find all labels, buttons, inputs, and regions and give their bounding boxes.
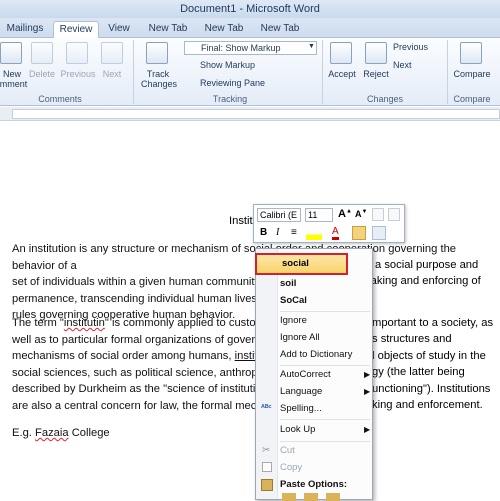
- tab-view[interactable]: View: [104, 21, 134, 38]
- menu-look-up[interactable]: Look Up: [280, 422, 315, 438]
- menu-cut[interactable]: Cut: [280, 443, 295, 459]
- menu-add-to-dictionary[interactable]: Add to Dictionary: [280, 347, 352, 363]
- tab-new-1[interactable]: New Tab: [145, 21, 191, 38]
- p1-line-3: permanence, transcending individual huma…: [12, 292, 267, 305]
- suggestion-socal[interactable]: SoCal: [280, 293, 307, 309]
- bold-button[interactable]: B: [260, 227, 267, 238]
- previous-comment-button[interactable]: Previous: [58, 69, 98, 80]
- scissors-icon: ✂: [262, 445, 271, 456]
- font-size-select[interactable]: 11: [305, 208, 333, 222]
- ribbon: New omment Delete Previous Next Comments…: [0, 38, 500, 106]
- mini-toolbar: Calibri (E 11 A▲ A▼ B I ≡ A: [253, 204, 405, 243]
- menu-separator: [280, 441, 370, 442]
- ruler-track: [12, 109, 500, 119]
- previous-comment-icon[interactable]: [66, 42, 88, 64]
- p3-prefix: E.g.: [12, 427, 36, 439]
- group-tracking-label: Tracking: [212, 94, 248, 104]
- p2-line-1b: " is commonly applied to custom: [104, 317, 265, 329]
- indent-icon[interactable]: [352, 226, 366, 240]
- tab-new-2[interactable]: New Tab: [201, 21, 247, 38]
- ribbon-tabs: Mailings Review View New Tab New Tab New…: [0, 18, 500, 39]
- bullets-icon[interactable]: [372, 226, 386, 240]
- group-compare-label: Compare: [453, 94, 491, 104]
- menu-ignore[interactable]: Ignore: [280, 313, 307, 329]
- group-divider: [322, 40, 323, 104]
- p2-right-3: l objects of study in the: [372, 350, 486, 362]
- chevron-down-icon: ▼: [308, 43, 315, 50]
- group-divider: [447, 40, 448, 104]
- accept-button[interactable]: Accept: [324, 69, 360, 80]
- copy-icon: [262, 462, 272, 472]
- p3-suffix: College: [68, 427, 110, 439]
- menu-separator: [280, 311, 370, 312]
- paragraph-3: E.g. Fazaia College: [12, 425, 496, 442]
- menu-language[interactable]: Language: [280, 384, 322, 400]
- accept-icon[interactable]: [330, 42, 352, 64]
- spelling-icon: ᴬᴮᶜ: [261, 403, 272, 412]
- tab-new-3[interactable]: New Tab: [257, 21, 303, 38]
- highlight-color-icon[interactable]: [306, 226, 322, 240]
- track-changes-icon[interactable]: [146, 42, 168, 64]
- group-comments-label: Comments: [38, 94, 82, 104]
- paste-icon: [261, 479, 273, 491]
- reviewing-pane-button[interactable]: Reviewing Pane: [200, 78, 265, 88]
- styles-icon[interactable]: [388, 208, 400, 221]
- submenu-arrow-icon: ▶: [364, 370, 371, 379]
- group-changes-label: Changes: [366, 94, 404, 104]
- menu-ignore-all[interactable]: Ignore All: [280, 330, 320, 346]
- document-page[interactable]: Instit An institution is any structure o…: [0, 121, 500, 500]
- suggestion-social-label: social: [282, 258, 309, 269]
- new-comment-sublabel[interactable]: omment: [0, 79, 28, 90]
- reject-icon[interactable]: [365, 42, 387, 64]
- p2-right-6: king and enforcement.: [372, 399, 483, 411]
- track-changes-sublabel[interactable]: Changes: [135, 79, 183, 90]
- menu-autocorrect[interactable]: AutoCorrect: [280, 367, 331, 383]
- delete-comment-button[interactable]: Delete: [27, 69, 57, 80]
- menu-separator: [280, 365, 370, 366]
- format-painter-icon[interactable]: [372, 208, 384, 221]
- submenu-arrow-icon: ▶: [364, 425, 371, 434]
- p2-right-5: unctioning"). Institutions: [372, 383, 491, 395]
- p2-right-4: gy (the latter being: [372, 366, 465, 378]
- font-name-select[interactable]: Calibri (E: [257, 208, 301, 222]
- menu-spelling[interactable]: Spelling...: [280, 401, 322, 417]
- font-color-icon[interactable]: A: [332, 227, 339, 240]
- previous-change-button[interactable]: Previous: [393, 42, 428, 52]
- title-bar: Document1 - Microsoft Word: [0, 0, 500, 18]
- markup-select[interactable]: Final: Show Markup ▼: [184, 41, 317, 55]
- new-comment-icon[interactable]: [0, 42, 22, 64]
- submenu-arrow-icon: ▶: [364, 387, 371, 396]
- markup-select-value: Final: Show Markup: [201, 43, 281, 53]
- next-comment-button[interactable]: Next: [97, 69, 127, 80]
- suggestion-social[interactable]: social: [255, 253, 348, 275]
- grow-font-icon[interactable]: A▲: [338, 208, 352, 220]
- window-title: Document1 - Microsoft Word: [180, 3, 320, 15]
- delete-comment-icon[interactable]: [31, 42, 53, 64]
- reject-button[interactable]: Reject: [359, 69, 393, 80]
- suggestion-soil[interactable]: soil: [280, 276, 296, 292]
- next-comment-icon[interactable]: [101, 42, 123, 64]
- tab-mailings[interactable]: Mailings: [2, 21, 48, 38]
- italic-button[interactable]: I: [276, 227, 279, 238]
- heading-fragment: Instit: [229, 215, 253, 227]
- show-markup-button[interactable]: Show Markup: [200, 60, 255, 70]
- p2-line-1a: The term ": [12, 317, 64, 329]
- p2-right-1: mportant to a society, as: [372, 317, 494, 329]
- shrink-font-icon[interactable]: A▼: [355, 209, 367, 219]
- p2-line-3: mechanisms of social order among humans,: [12, 350, 235, 362]
- context-menu: soil SoCal Ignore Ignore All Add to Dict…: [255, 248, 373, 501]
- menu-paste-options: Paste Options:: [280, 479, 348, 490]
- p3-misspelled-word[interactable]: Fazaia: [35, 427, 69, 439]
- compare-icon[interactable]: [460, 42, 482, 64]
- compare-button[interactable]: Compare: [450, 69, 494, 80]
- next-change-button[interactable]: Next: [393, 60, 412, 70]
- misspelled-word[interactable]: institutin: [64, 317, 105, 329]
- group-divider: [133, 40, 134, 104]
- align-center-icon[interactable]: ≡: [291, 227, 297, 238]
- p2-right-2: s structures and: [372, 333, 452, 345]
- tab-review[interactable]: Review: [53, 21, 99, 39]
- menu-separator: [280, 419, 370, 420]
- ruler[interactable]: [0, 107, 500, 121]
- menu-copy[interactable]: Copy: [280, 460, 302, 476]
